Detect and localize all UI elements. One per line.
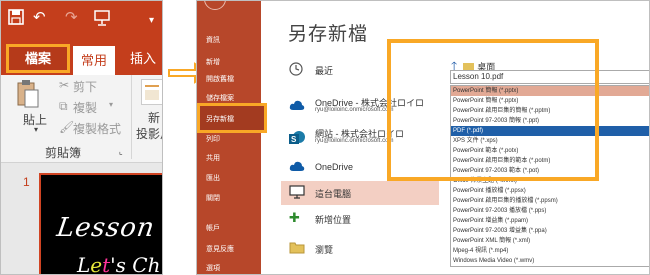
filetype-option[interactable]: PowerPoint XML 簡報 (*.xml): [451, 236, 649, 246]
filetype-option[interactable]: Windows Media Video (*.wmv): [451, 256, 649, 266]
filetype-option[interactable]: PowerPoint 範本 (*.potx): [451, 146, 649, 156]
slide-thumbnail[interactable]: Lesson Let's Ch: [39, 173, 162, 275]
group-divider: [131, 75, 132, 159]
filetype-option[interactable]: PowerPoint 啟用巨集的簡報 (*.pptm): [451, 106, 649, 116]
filetype-option-selected[interactable]: PDF (*.pdf): [451, 126, 649, 136]
tab-insert[interactable]: 插入: [123, 44, 162, 73]
format-painter-button[interactable]: 複製格式: [73, 120, 121, 137]
new-slide-label[interactable]: 新: [148, 109, 160, 126]
cut-button[interactable]: 剪下: [73, 78, 97, 95]
location-browse[interactable]: 瀏覽: [289, 236, 439, 262]
svg-text:S: S: [291, 135, 297, 144]
filetype-option[interactable]: PowerPoint 97-2003 播放檔 (*.pps): [451, 206, 649, 216]
nav-item-options[interactable]: 選項: [206, 263, 220, 273]
powerpoint-window: ↶ ↷ ▾ 檔案 常用 插入 貼上 ▾ ✂ 剪下 ⧉ 複製 ▾ 🖌 複製格式 新…: [0, 0, 163, 275]
back-button[interactable]: [204, 1, 226, 10]
cloud-icon: [289, 99, 305, 113]
filetype-option[interactable]: PowerPoint 增益集 (*.ppam): [451, 216, 649, 226]
location-name: 瀏覽: [315, 245, 334, 255]
nav-item-new[interactable]: 新增: [206, 57, 220, 67]
slideshow-icon[interactable]: [93, 9, 111, 31]
filename-input[interactable]: Lesson 10.pdf: [450, 70, 649, 84]
backstage-nav: 資訊 新增 開啟舊檔 儲存檔案 另存新檔 列印 共用 匯出 關閉 帳戶 意見反應…: [197, 1, 267, 274]
location-name: 最近: [315, 66, 334, 76]
filetype-option[interactable]: PowerPoint 簡報 (*.pptx): [451, 96, 649, 106]
new-slide-label-2[interactable]: 投影片: [136, 125, 162, 142]
folder-icon: [289, 241, 305, 255]
filetype-option[interactable]: PowerPoint 啟用巨集的範本 (*.potm): [451, 156, 649, 166]
filetype-option[interactable]: PowerPoint 播放檔 (*.ppsx): [451, 186, 649, 196]
page-title: 另存新檔: [288, 24, 369, 45]
cut-icon: ✂: [59, 78, 70, 92]
filetype-option[interactable]: PowerPoint 97-2003 簡報 (*.ppt): [451, 116, 649, 126]
title-char: e: [90, 253, 103, 275]
sharepoint-icon: S: [289, 130, 305, 144]
location-sharepoint[interactable]: S 網站 - 株式会社ロイロ ryu@loiloinc.onmicrosoft.…: [289, 125, 439, 151]
location-name: 這台電腦: [315, 189, 352, 199]
filetype-option[interactable]: PowerPoint 97-2003 增益集 (*.ppa): [451, 226, 649, 236]
nav-item-open[interactable]: 開啟舊檔: [206, 74, 234, 84]
copy-icon: ⧉: [59, 99, 68, 113]
location-onedrive-business[interactable]: OneDrive - 株式会社ロイロ ryu@loiloinc.onmicros…: [289, 94, 439, 120]
nav-item-account[interactable]: 帳戶: [206, 223, 220, 233]
undo-icon[interactable]: ↶: [33, 9, 46, 26]
ribbon-tab-bar: 檔案 常用 插入: [1, 35, 162, 75]
tab-file[interactable]: 檔案: [6, 44, 70, 73]
copy-button[interactable]: 複製: [73, 99, 97, 116]
clipboard-launcher-icon[interactable]: ⌞: [119, 147, 123, 156]
browse-pane: 🡑 桌面 Lesson 10.pdf PowerPoint 簡報 (*.pptx)…: [447, 51, 649, 274]
backstage-view: 資訊 新增 開啟舊檔 儲存檔案 另存新檔 列印 共用 匯出 關閉 帳戶 意見反應…: [196, 0, 650, 275]
save-icon[interactable]: [8, 9, 24, 29]
title-char: L: [77, 253, 91, 275]
new-slide-icon[interactable]: [141, 79, 162, 105]
nav-item-print[interactable]: 列印: [206, 134, 220, 144]
filetype-option[interactable]: Mpeg-4 視訊 (*.mp4): [451, 246, 649, 256]
nav-item-export[interactable]: 匯出: [206, 173, 220, 183]
location-name: 新增位置: [315, 215, 352, 225]
location-email: ryu@loiloinc.onmicrosoft.com: [315, 138, 394, 144]
nav-item-save[interactable]: 儲存檔案: [206, 93, 234, 103]
nav-item-save-as[interactable]: 另存新檔: [206, 114, 234, 124]
add-location-icon: ✚: [289, 210, 300, 225]
filetype-dropdown-list[interactable]: PowerPoint 簡報 (*.pptx) PowerPoint 簡報 (*.…: [450, 85, 649, 267]
nav-item-close[interactable]: 關閉: [206, 193, 220, 203]
filetype-option[interactable]: PowerPoint 啟用巨集的播放檔 (*.ppsm): [451, 196, 649, 206]
clipboard-group-label: 剪貼簿: [45, 146, 82, 160]
location-onedrive[interactable]: OneDrive: [289, 155, 439, 181]
clock-icon: [289, 62, 305, 76]
location-this-pc[interactable]: 這台電腦: [289, 180, 439, 206]
computer-icon: [289, 185, 305, 199]
slide-number: 1: [23, 175, 30, 189]
slide-title-line-2: Let's Ch: [77, 253, 161, 275]
redo-icon[interactable]: ↷: [65, 9, 78, 26]
slide-title-line-1: Lesson: [54, 213, 157, 243]
location-add-place[interactable]: ✚ 新增位置: [289, 206, 439, 232]
filename-value: Lesson 10.pdf: [453, 72, 504, 81]
title-char: t: [102, 253, 111, 275]
filetype-option[interactable]: PowerPoint 97-2003 範本 (*.pot): [451, 166, 649, 176]
title-char: 's Ch: [110, 253, 161, 275]
copy-dropdown-icon[interactable]: ▾: [109, 100, 113, 109]
paste-icon[interactable]: [17, 79, 39, 111]
location-recent[interactable]: 最近: [289, 57, 439, 83]
filetype-option[interactable]: XPS 文件 (*.xps): [451, 136, 649, 146]
paste-dropdown-icon[interactable]: ▾: [34, 125, 38, 134]
filetype-option[interactable]: Office 佈景主題 (*.thmx): [451, 176, 649, 186]
quick-access-toolbar: ↶ ↷ ▾: [1, 1, 162, 35]
nav-item-info[interactable]: 資訊: [206, 35, 220, 45]
nav-item-share[interactable]: 共用: [206, 153, 220, 163]
nav-item-feedback[interactable]: 意見反應: [206, 244, 234, 254]
customize-qat-icon[interactable]: ▾: [149, 12, 154, 29]
cloud-icon: [289, 160, 305, 174]
ribbon-home: 貼上 ▾ ✂ 剪下 ⧉ 複製 ▾ 🖌 複製格式 新 投影片 剪貼簿 ⌞: [1, 75, 162, 163]
slide-thumbnail-pane: 1 Lesson Let's Ch: [1, 163, 162, 275]
tab-home[interactable]: 常用: [73, 46, 115, 75]
filetype-option[interactable]: PowerPoint 簡報 (*.pptx): [451, 86, 649, 96]
location-name: OneDrive: [315, 162, 354, 172]
format-painter-icon: 🖌: [59, 120, 75, 134]
location-email: ryu@loiloinc.onmicrosoft.com: [315, 107, 394, 113]
